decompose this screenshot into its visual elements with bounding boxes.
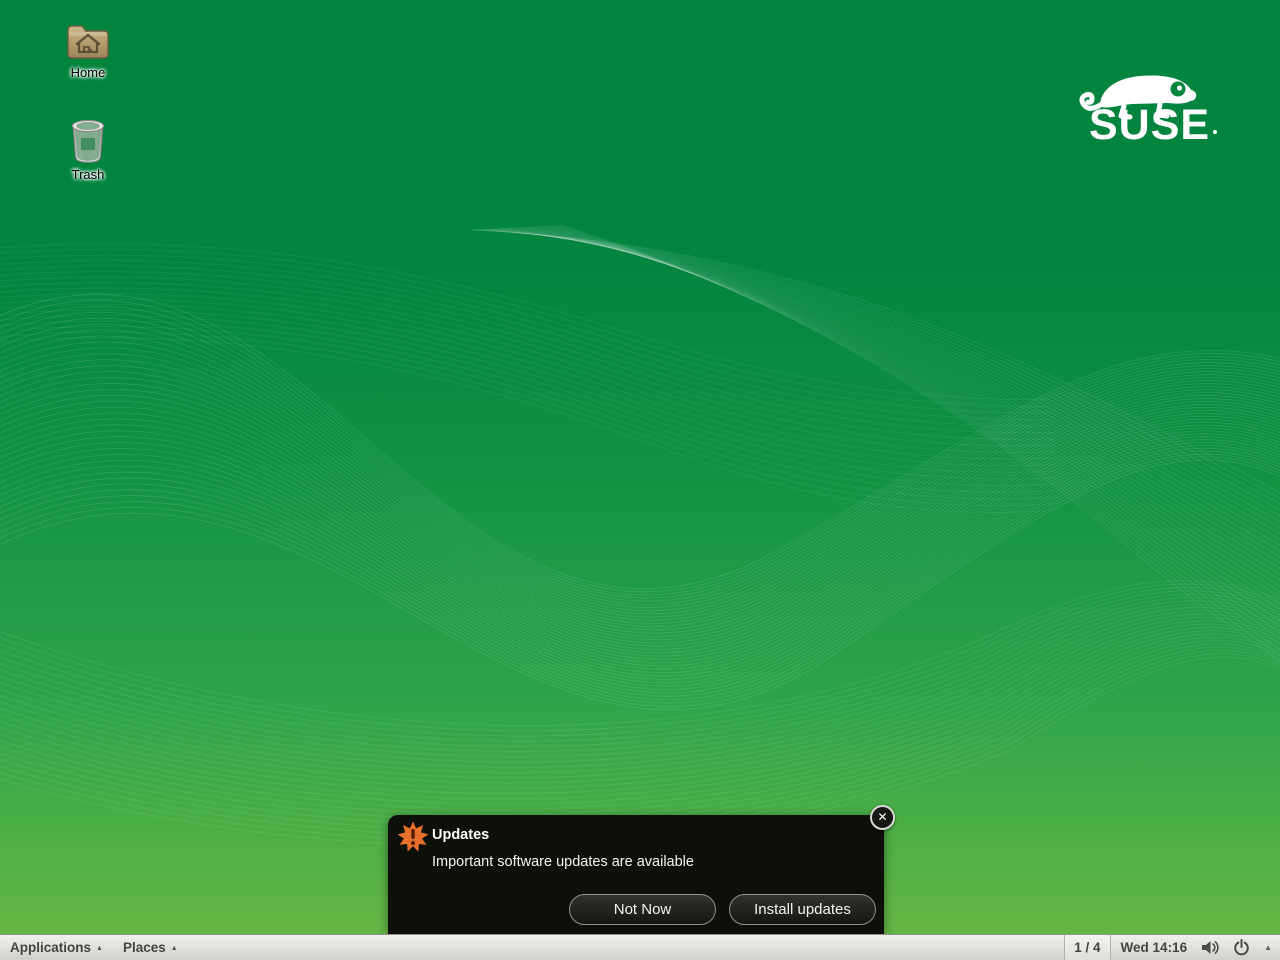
not-now-button[interactable]: Not Now	[569, 894, 716, 925]
places-menu[interactable]: Places ▲	[113, 935, 188, 960]
volume-icon[interactable]	[1201, 939, 1220, 956]
desktop-icon-label: Trash	[71, 167, 105, 182]
bottom-panel: Applications ▲ Places ▲ 1 / 4 Wed 14:16 …	[0, 934, 1280, 960]
places-menu-label: Places	[122, 940, 166, 955]
install-updates-button[interactable]: Install updates	[729, 894, 876, 925]
menu-arrow-up-icon: ▲	[96, 945, 103, 952]
power-icon[interactable]	[1233, 939, 1250, 956]
updates-alert-icon	[397, 821, 429, 852]
workspace-indicator[interactable]: 1 / 4	[1064, 935, 1111, 960]
notification-title: Updates	[432, 827, 490, 843]
suse-logo: SUSE	[1072, 68, 1228, 150]
suse-logo-text: SUSE	[1089, 101, 1211, 149]
notification-actions: Not Now Install updates	[569, 894, 876, 925]
desktop-icon-label: Home	[70, 65, 106, 80]
home-folder-icon	[67, 25, 109, 59]
menu-arrow-up-icon: ▲	[170, 945, 178, 952]
update-notification: Updates Important software updates are a…	[388, 805, 895, 934]
trash-can-icon	[71, 119, 105, 163]
desktop-icon-home[interactable]: Home	[42, 20, 134, 82]
applications-menu[interactable]: Applications ▲	[0, 935, 113, 960]
applications-menu-label: Applications	[10, 940, 92, 955]
panel-clock[interactable]: Wed 14:16	[1111, 940, 1202, 955]
close-icon[interactable]: ✕	[870, 805, 895, 830]
desktop-icon-trash[interactable]: Trash	[42, 118, 134, 184]
suse-logo-trademark-dot	[1213, 130, 1217, 134]
tray-expand-arrow-icon[interactable]: ▲	[1263, 943, 1272, 952]
system-tray: ▲	[1201, 939, 1280, 956]
notification-message: Important software updates are available	[432, 854, 694, 870]
